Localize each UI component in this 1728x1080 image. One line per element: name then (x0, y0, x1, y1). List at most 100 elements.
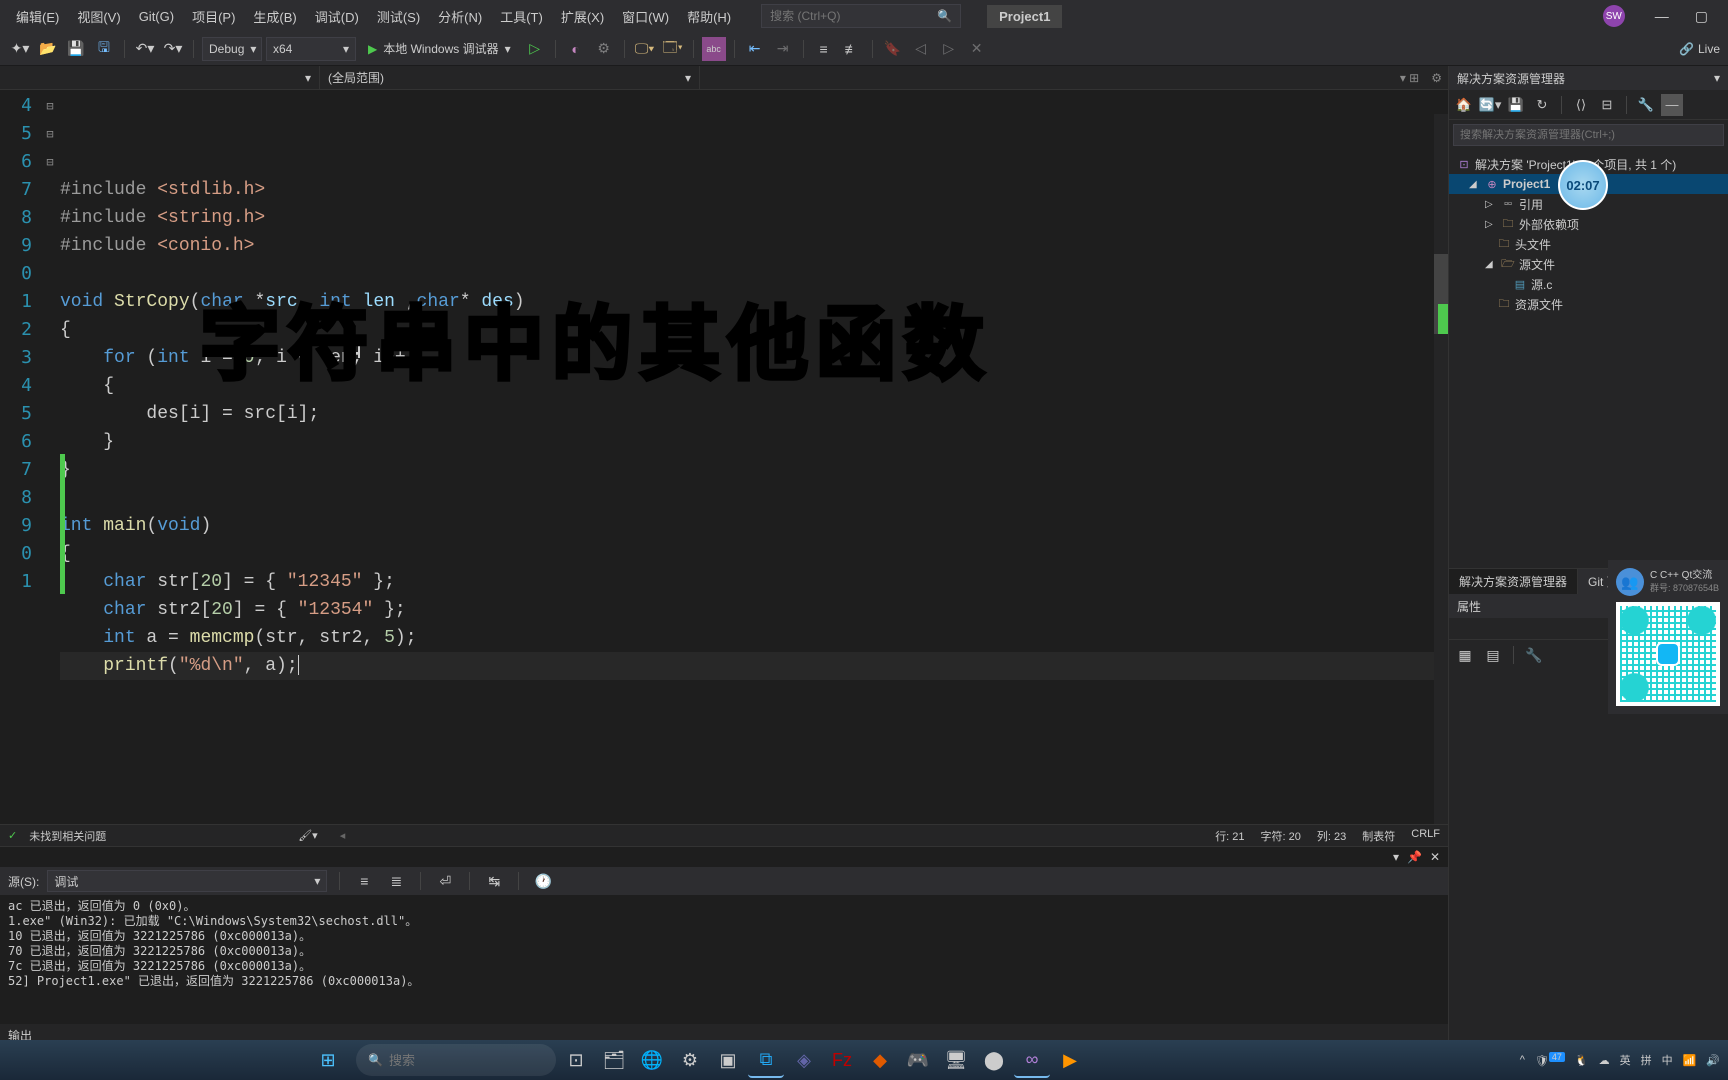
refresh-icon[interactable]: ↻ (1531, 94, 1553, 116)
tray-wifi-icon[interactable]: 📶 (1683, 1054, 1697, 1067)
tabs-mode[interactable]: 制表符 (1362, 828, 1395, 844)
filezilla-icon[interactable]: Fz (824, 1042, 860, 1078)
output-toggle-icon[interactable]: ≣ (384, 869, 408, 893)
tray-expand-icon[interactable]: ^ (1520, 1054, 1525, 1066)
expand-icon[interactable]: ◢ (1469, 179, 1481, 190)
ime-region[interactable]: 拼 (1641, 1052, 1652, 1068)
vs-icon[interactable]: ∞ (1014, 1042, 1050, 1078)
output-close-icon[interactable]: ✕ (1430, 850, 1440, 864)
tree-sources[interactable]: ◢ 🗁 源文件 (1449, 254, 1728, 274)
expand-icon[interactable]: ◢ (1485, 259, 1497, 270)
nav-split-icon[interactable]: ▾ ⊞ (1394, 71, 1425, 85)
platform-dropdown[interactable]: x64 ▾ (266, 37, 356, 61)
save-all-icon[interactable]: 🖫 (92, 37, 116, 61)
browser-icon[interactable]: 🖵▾ (633, 37, 657, 61)
output-goto-icon[interactable]: ↹ (482, 869, 506, 893)
ime-lang[interactable]: 英 (1620, 1052, 1631, 1068)
tree-source-file[interactable]: ▤ 源.c (1449, 274, 1728, 294)
nav-scope-right[interactable] (700, 66, 1394, 90)
explorer-icon[interactable]: 🗂 (596, 1042, 632, 1078)
code-editor[interactable]: 456789012345678901 ⊟⊟⊟ #include <stdlib.… (0, 90, 1448, 824)
solution-search[interactable] (1453, 124, 1724, 146)
app-icon-2[interactable]: 🎮 (900, 1042, 936, 1078)
menu-view[interactable]: 视图(V) (69, 3, 128, 30)
categorize-icon[interactable]: ▦ (1453, 643, 1477, 667)
code-content[interactable]: #include <stdlib.h>#include <string.h>#i… (60, 90, 1448, 824)
nav-gear-icon[interactable]: ⚙ (1425, 71, 1448, 85)
app-icon-1[interactable]: ◆ (862, 1042, 898, 1078)
sync-icon[interactable]: 🔄▾ (1479, 94, 1501, 116)
live-share[interactable]: 🔗 Live (1679, 42, 1720, 56)
menu-help[interactable]: 帮助(H) (679, 3, 739, 30)
user-avatar[interactable]: SW (1603, 5, 1625, 27)
tree-external[interactable]: ▷ 🗀 外部依赖项 (1449, 214, 1728, 234)
config-dropdown[interactable]: Debug ▾ (202, 37, 262, 61)
issues-text[interactable]: 未找到相关问题 (29, 828, 106, 844)
wrench-icon[interactable]: 🔧 (1522, 643, 1546, 667)
scroll-left-icon[interactable]: ◂ (340, 829, 346, 842)
output-source-dropdown[interactable]: 调试▾ (47, 870, 327, 892)
project-name[interactable]: Project1 (987, 5, 1062, 28)
tool-icon-1[interactable]: ◐ (564, 37, 588, 61)
edge-icon[interactable]: 🌐 (634, 1042, 670, 1078)
properties-icon[interactable]: 🔧 (1635, 94, 1657, 116)
menu-build[interactable]: 生成(B) (245, 3, 304, 30)
maximize-button[interactable]: ▢ (1683, 8, 1720, 25)
tray-volume-icon[interactable]: 🔊 (1706, 1054, 1720, 1067)
save-sln-icon[interactable]: 💾 (1505, 94, 1527, 116)
tool-icon-2[interactable]: ⚙ (592, 37, 616, 61)
preview-icon[interactable]: — (1661, 94, 1683, 116)
alphabetize-icon[interactable]: ▤ (1481, 643, 1505, 667)
output-dropdown-icon[interactable]: ▾ (1393, 850, 1399, 864)
app-icon-3[interactable]: 🖥 (938, 1042, 974, 1078)
output-wrap-icon[interactable]: ⏎ (433, 869, 457, 893)
tree-resources[interactable]: 🗀 资源文件 (1449, 294, 1728, 314)
nav-scope-left[interactable]: ▾ (0, 66, 320, 90)
menu-project[interactable]: 项目(P) (184, 3, 243, 30)
home-icon[interactable]: 🏠 (1453, 94, 1475, 116)
menu-analyze[interactable]: 分析(N) (430, 3, 490, 30)
obs-icon[interactable]: ⬤ (976, 1042, 1012, 1078)
cursor-col[interactable]: 列: 23 (1317, 828, 1346, 844)
taskbar-search-input[interactable] (389, 1053, 565, 1068)
minimize-button[interactable]: — (1643, 8, 1681, 24)
output-text[interactable]: ac 已退出，返回值为 0 (0x0)。 1.exe" (Win32): 已加载… (0, 895, 1448, 1024)
tray-qq-icon[interactable]: 🐧 (1575, 1054, 1589, 1067)
task-view-icon[interactable]: ⊡ (558, 1042, 594, 1078)
outdent-icon[interactable]: ⇤ (743, 37, 767, 61)
brush-icon[interactable]: 🖌▾ (298, 829, 318, 842)
start-button[interactable]: ⊞ (310, 1042, 346, 1078)
menu-test[interactable]: 测试(S) (369, 3, 428, 30)
open-icon[interactable]: 📂 (36, 37, 60, 61)
vscode-icon[interactable]: ⧉ (748, 1042, 784, 1078)
cursor-line[interactable]: 行: 21 (1215, 828, 1244, 844)
menu-window[interactable]: 窗口(W) (614, 3, 677, 30)
media-icon[interactable]: ▶ (1052, 1042, 1088, 1078)
bookmark-next-icon[interactable]: ▷ (937, 37, 961, 61)
menu-edit[interactable]: 编辑(E) (8, 3, 67, 30)
undo-icon[interactable]: ↶▾ (133, 37, 157, 61)
uncomment-icon[interactable]: ≢ (840, 37, 864, 61)
show-all-icon[interactable]: ⟨⟩ (1570, 94, 1592, 116)
bookmark-clear-icon[interactable]: ✕ (965, 37, 989, 61)
ime-mode[interactable]: 中 (1662, 1052, 1673, 1068)
teams-icon[interactable]: ◈ (786, 1042, 822, 1078)
tool-icon-3[interactable]: 🗔▾ (661, 37, 685, 61)
tab-solution-explorer[interactable]: 解决方案资源管理器 (1449, 569, 1578, 594)
abc-icon[interactable]: abc (702, 37, 726, 61)
terminal-icon[interactable]: ▣ (710, 1042, 746, 1078)
tray-shield-icon[interactable]: 🛡47 (1535, 1052, 1565, 1068)
redo-icon[interactable]: ↷▾ (161, 37, 185, 61)
output-clock-icon[interactable]: 🕐 (531, 869, 555, 893)
collapse-icon[interactable]: ⊟ (1596, 94, 1618, 116)
bookmark-prev-icon[interactable]: ◁ (909, 37, 933, 61)
search-input[interactable] (770, 9, 937, 23)
run-no-debug-icon[interactable]: ▷ (523, 37, 547, 61)
run-button[interactable]: ▶ 本地 Windows 调试器 ▾ (360, 37, 519, 61)
new-file-icon[interactable]: ✦▾ (8, 37, 32, 61)
tray-onedrive-icon[interactable]: ☁ (1599, 1054, 1610, 1067)
minimap[interactable] (1434, 114, 1448, 824)
fold-gutter[interactable]: ⊟⊟⊟ (40, 90, 60, 824)
settings-icon[interactable]: ⚙ (672, 1042, 708, 1078)
output-clear-icon[interactable]: ≡ (352, 869, 376, 893)
